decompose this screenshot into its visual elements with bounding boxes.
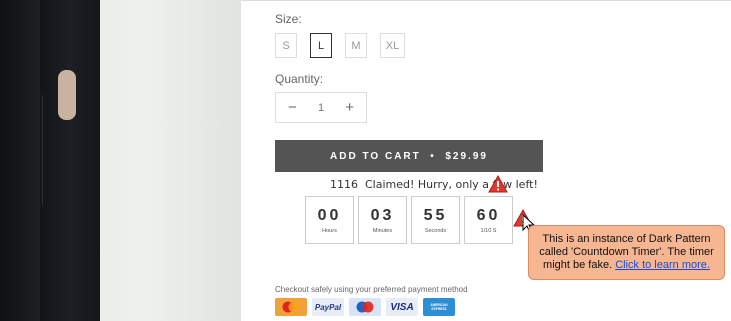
size-option-l[interactable]: L bbox=[310, 33, 332, 58]
quantity-label: Quantity: bbox=[275, 72, 324, 86]
quantity-increase-button[interactable]: + bbox=[345, 99, 354, 116]
quantity-value[interactable]: 1 bbox=[318, 102, 324, 114]
checkout-message: Checkout safely using your preferred pay… bbox=[275, 285, 468, 294]
timer-minutes: 03 Minutes bbox=[358, 196, 407, 244]
paypal-icon: PayPal bbox=[312, 298, 344, 316]
add-to-cart-button[interactable]: ADD TO CART • $29.99 bbox=[275, 140, 543, 172]
warning-icon[interactable] bbox=[488, 175, 508, 193]
timer-tenths-unit: 1/10 S bbox=[480, 227, 497, 234]
size-option-m[interactable]: M bbox=[345, 33, 367, 58]
maestro-icon bbox=[349, 298, 381, 316]
photo-background-dark bbox=[0, 0, 40, 321]
visa-icon: VISA bbox=[386, 298, 418, 316]
timer-seconds: 55 Seconds bbox=[411, 196, 460, 244]
size-option-xl[interactable]: XL bbox=[380, 33, 405, 58]
timer-seconds-value: 55 bbox=[423, 206, 448, 224]
timer-hours-value: 00 bbox=[317, 206, 342, 224]
quantity-decrease-button[interactable]: − bbox=[288, 99, 297, 116]
timer-hours-unit: Hours bbox=[322, 227, 337, 234]
paypal-label: PayPal bbox=[314, 302, 342, 312]
photo-pocket-seam bbox=[42, 95, 72, 205]
timer-minutes-unit: Minutes bbox=[372, 227, 393, 234]
american-express-icon: AMERICAN EXPRESS bbox=[423, 298, 455, 316]
size-label: Size: bbox=[275, 12, 302, 26]
mastercard-icon bbox=[275, 298, 307, 316]
add-to-cart-label: ADD TO CART • $29.99 bbox=[330, 150, 488, 162]
timer-seconds-unit: Seconds bbox=[424, 227, 447, 234]
timer-hours: 00 Hours bbox=[305, 196, 354, 244]
amex-label: AMERICAN EXPRESS bbox=[430, 303, 448, 311]
dark-pattern-tooltip: This is an instance of Dark Pattern call… bbox=[528, 225, 725, 280]
visa-label: VISA bbox=[390, 301, 414, 313]
timer-minutes-value: 03 bbox=[370, 206, 395, 224]
learn-more-link[interactable]: Click to learn more. bbox=[615, 259, 710, 271]
divider bbox=[241, 0, 731, 1]
product-image bbox=[0, 0, 241, 321]
size-option-s[interactable]: S bbox=[275, 33, 297, 58]
timer-tenths: 60 1/10 S bbox=[464, 196, 513, 244]
timer-tenths-value: 60 bbox=[476, 206, 501, 224]
quantity-stepper: − 1 + bbox=[275, 92, 367, 123]
